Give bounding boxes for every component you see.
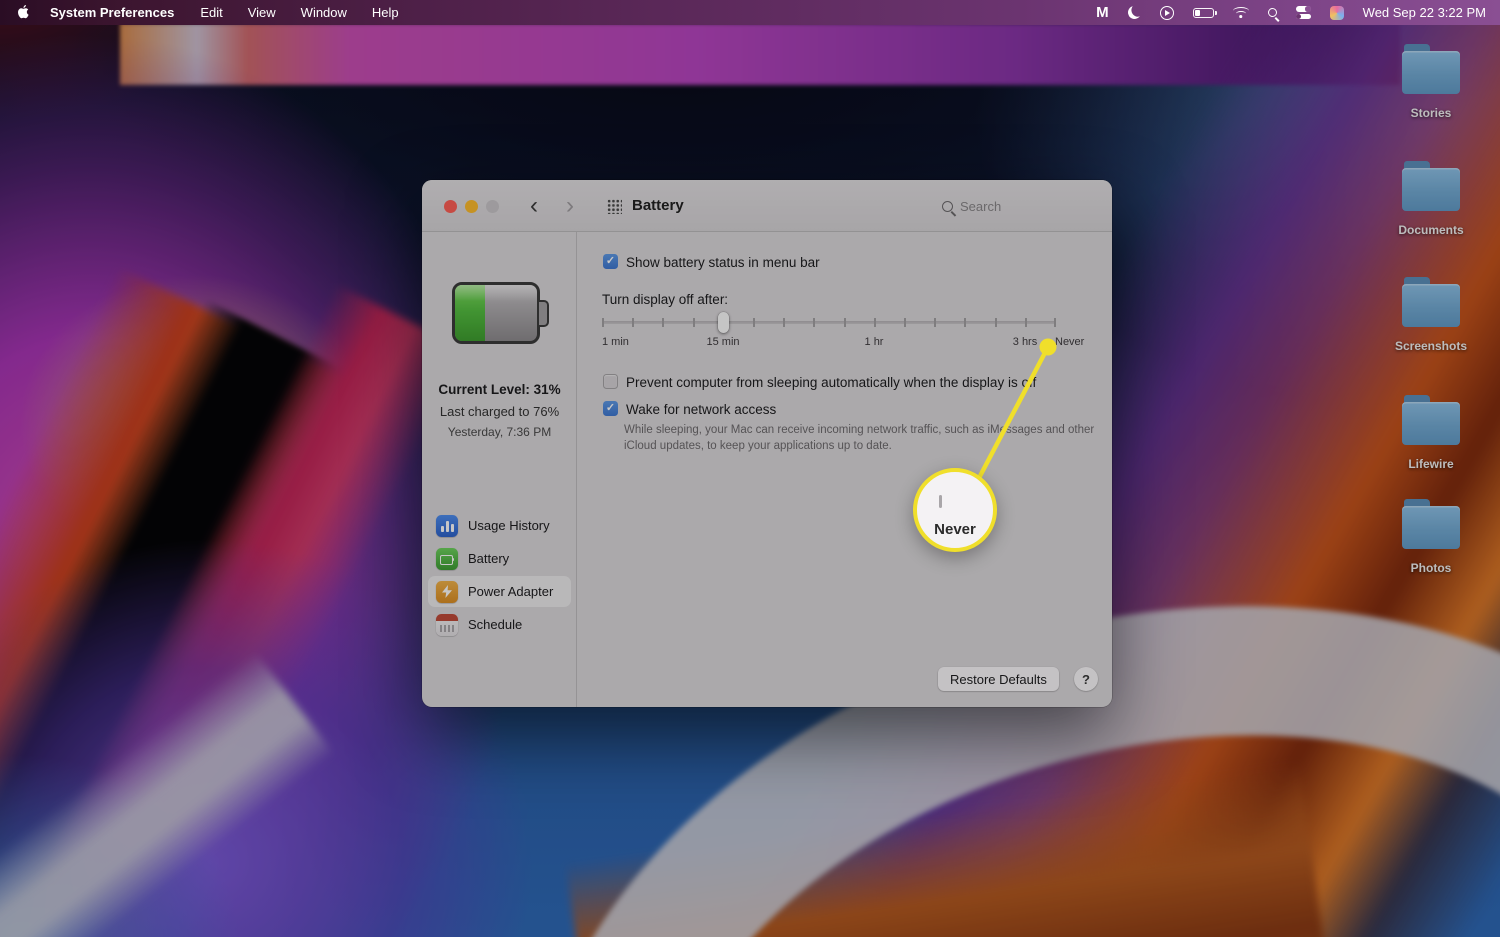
search-input[interactable]	[960, 199, 1080, 214]
folder-icon	[1402, 44, 1460, 96]
help-button[interactable]: ?	[1074, 667, 1098, 691]
folder-icon	[1402, 277, 1460, 329]
spotlight-search-icon[interactable]	[1268, 5, 1277, 21]
check-icon: ✓	[606, 255, 615, 267]
show-all-grid-icon[interactable]	[607, 199, 622, 214]
folder-icon	[1402, 499, 1460, 551]
screen-record-icon[interactable]	[1160, 5, 1174, 21]
wake-network-label: Wake for network access	[626, 402, 776, 417]
desktop: Stories Documents Screenshots Lifewire P…	[0, 0, 1500, 937]
folder-stories[interactable]: Stories	[1376, 44, 1486, 120]
folder-label: Photos	[1376, 561, 1486, 575]
folder-icon	[1402, 161, 1460, 213]
sidebar-item-label: Usage History	[468, 518, 550, 533]
last-charged-time-text: Yesterday, 7:36 PM	[422, 425, 577, 439]
show-battery-status-checkbox[interactable]: ✓	[603, 254, 618, 269]
focus-moon-icon[interactable]	[1128, 5, 1141, 21]
back-button[interactable]: ‹	[524, 188, 544, 224]
sidebar-item-label: Power Adapter	[468, 584, 553, 599]
apple-menu-icon[interactable]	[18, 5, 32, 21]
show-battery-status-label: Show battery status in menu bar	[626, 255, 820, 270]
window-title: Battery	[632, 197, 684, 214]
sidebar-item-usage-history[interactable]: Usage History	[428, 510, 571, 541]
menu-app-name[interactable]: System Preferences	[50, 5, 174, 20]
power-adapter-bolt-icon	[436, 581, 458, 603]
sidebar-item-schedule[interactable]: Schedule	[428, 609, 571, 640]
usage-history-chart-icon	[436, 515, 458, 537]
sidebar: Current Level: 31% Last charged to 76% Y…	[422, 232, 577, 707]
close-button[interactable]	[444, 200, 457, 213]
display-off-slider	[602, 312, 1056, 334]
minimize-button[interactable]	[465, 200, 478, 213]
control-center-icon[interactable]	[1296, 5, 1311, 21]
folder-label: Stories	[1376, 106, 1486, 120]
sidebar-item-battery[interactable]: Battery	[428, 543, 571, 574]
menu-window[interactable]: Window	[301, 5, 347, 20]
turn-display-off-label: Turn display off after:	[602, 292, 728, 307]
sidebar-item-label: Battery	[468, 551, 509, 566]
schedule-calendar-icon	[436, 614, 458, 636]
window-titlebar[interactable]: ‹ › Battery	[422, 180, 1112, 232]
slider-label-15min: 15 min	[683, 336, 763, 348]
prevent-sleep-checkbox[interactable]	[603, 374, 618, 389]
battery-level-graphic	[452, 282, 552, 348]
callout-circle: Never	[913, 468, 997, 552]
colorful-app-icon[interactable]	[1330, 5, 1344, 21]
display-off-slider-thumb[interactable]	[718, 312, 729, 333]
wifi-icon[interactable]	[1233, 5, 1249, 21]
wake-network-checkbox[interactable]: ✓	[603, 401, 618, 416]
menu-view[interactable]: View	[248, 5, 276, 20]
slider-label-1min: 1 min	[602, 336, 629, 348]
folder-screenshots[interactable]: Screenshots	[1376, 277, 1486, 353]
check-icon: ✓	[606, 402, 615, 414]
menu-edit[interactable]: Edit	[200, 5, 222, 20]
folder-lifewire[interactable]: Lifewire	[1376, 395, 1486, 471]
search-icon	[942, 201, 953, 212]
slider-track[interactable]	[602, 321, 1056, 324]
folder-documents[interactable]: Documents	[1376, 161, 1486, 237]
folder-icon	[1402, 395, 1460, 447]
last-charged-text: Last charged to 76%	[422, 404, 577, 419]
callout-label: Never	[917, 521, 993, 538]
battery-icon[interactable]	[1193, 5, 1214, 21]
sidebar-item-power-adapter[interactable]: Power Adapter	[428, 576, 571, 607]
restore-defaults-button[interactable]: Restore Defaults	[938, 667, 1059, 691]
folder-photos[interactable]: Photos	[1376, 499, 1486, 575]
malwarebytes-m-icon[interactable]: M	[1096, 5, 1109, 21]
wake-network-description: While sleeping, your Mac can receive inc…	[624, 423, 1124, 455]
folder-label: Screenshots	[1376, 339, 1486, 353]
slider-label-1hr: 1 hr	[834, 336, 914, 348]
forward-button[interactable]: ›	[560, 188, 580, 224]
menu-help[interactable]: Help	[372, 5, 399, 20]
prevent-sleep-label: Prevent computer from sleeping automatic…	[626, 375, 1036, 390]
search-field[interactable]	[942, 194, 1102, 218]
callout-tick-mark	[939, 495, 942, 508]
battery-preferences-window: ‹ › Battery Current Level: 31% Last char…	[422, 180, 1112, 707]
slider-label-never: Never	[1055, 336, 1084, 348]
folder-label: Lifewire	[1376, 457, 1486, 471]
menu-bar: System Preferences Edit View Window Help…	[0, 0, 1500, 25]
current-level-text: Current Level: 31%	[422, 382, 577, 397]
menu-bar-clock[interactable]: Wed Sep 22 3:22 PM	[1363, 5, 1486, 20]
sidebar-item-label: Schedule	[468, 617, 522, 632]
folder-label: Documents	[1376, 223, 1486, 237]
slider-label-3hrs: 3 hrs	[985, 336, 1065, 348]
battery-icon	[436, 548, 458, 570]
zoom-button[interactable]	[486, 200, 499, 213]
